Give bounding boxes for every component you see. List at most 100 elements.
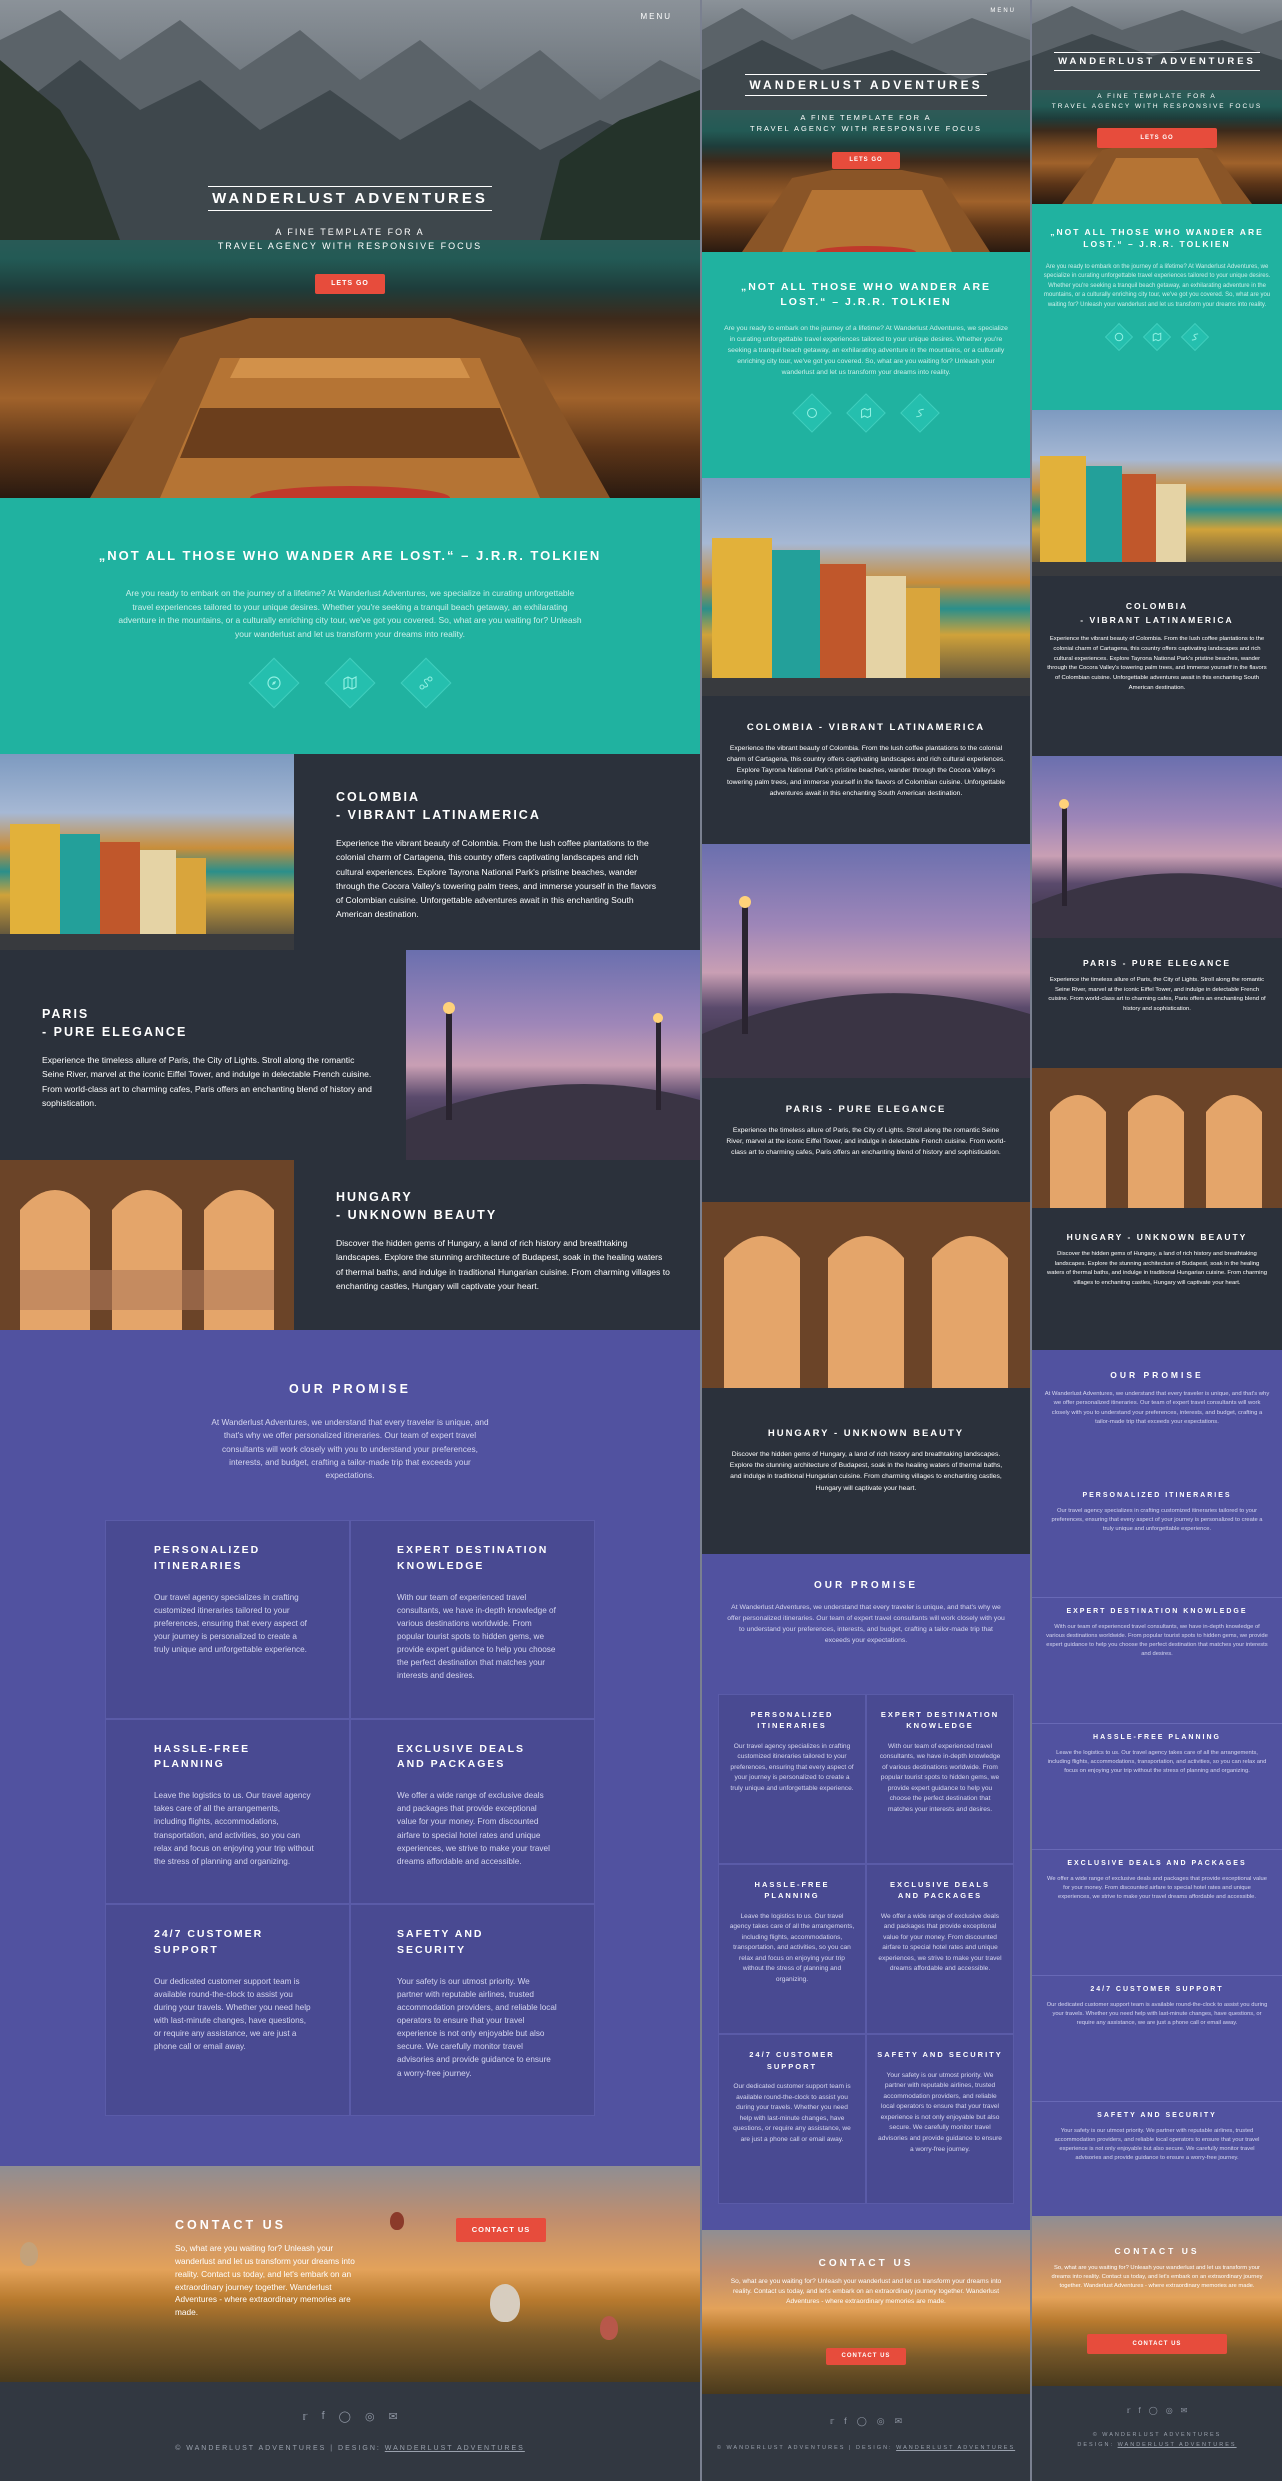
copyright-text: © WANDERLUST ADVENTURES	[1092, 2432, 1222, 2438]
promise-item-title: HASSLE-FREE PLANNING	[154, 1742, 251, 1771]
promise-grid: PERSONALIZED ITINERARIES Our travel agenc…	[718, 1694, 1014, 2204]
hero: WANDERLUST ADVENTURES A FINE TEMPLATE FO…	[1032, 0, 1282, 204]
quote-title: „NOT ALL THOSE WHO WANDER ARE LOST.“ – J…	[740, 281, 992, 309]
quote-body: Are you ready to embark on the journey o…	[724, 325, 1008, 376]
colombia-heading: COLOMBIA - VIBRANT LATINAMERICA	[746, 722, 986, 733]
copyright-text: © WANDERLUST ADVENTURES	[716, 2445, 846, 2451]
compass-icon	[792, 393, 832, 433]
contact-section: CONTACT US So, what are you waiting for?…	[0, 2166, 700, 2382]
facebook-icon[interactable]: f	[1139, 2406, 1141, 2415]
email-icon[interactable]: ✉	[389, 2410, 398, 2423]
hero-title: WANDERLUST ADVENTURES	[1032, 52, 1282, 71]
promise-item-title: EXCLUSIVE DEALS AND PACKAGES	[397, 1742, 526, 1771]
promise-item-text: We offer a wide range of exclusive deals…	[878, 1912, 1002, 1973]
promise-item: PERSONALIZED ITINERARIES Our travel agenc…	[1032, 1482, 1282, 1598]
social-icons: 𝕣 f ◯ ◎ ✉	[0, 2410, 700, 2423]
hungary-image	[0, 1160, 294, 1330]
hero: MENU WANDERLUST ADVENTURES A FINE TEMPLA…	[702, 0, 1030, 252]
hungary-heading-line-2: - UNKNOWN BEAUTY	[336, 1208, 498, 1223]
promise-item-title: EXPERT DESTINATION KNOWLEDGE	[1066, 1608, 1248, 1615]
footer-note: © WANDERLUST ADVENTURES | DESIGN: WANDER…	[0, 2445, 700, 2452]
paris-heading-line-1: PARIS	[42, 1007, 90, 1021]
colombia-heading: COLOMBIA - VIBRANT LATINAMERICA	[336, 788, 660, 824]
hungary-heading: HUNGARY - UNKNOWN BEAUTY	[1066, 1232, 1248, 1242]
promise-item-text: We offer a wide range of exclusive deals…	[1047, 1876, 1267, 1900]
contact-button[interactable]: CONTACT US	[826, 2348, 906, 2365]
instagram-icon[interactable]: ◯	[339, 2410, 351, 2423]
paris-card: PARIS - PURE ELEGANCE Experience the tim…	[0, 950, 406, 1160]
promise-title: OUR PROMISE	[1110, 1370, 1204, 1380]
colombia-card: COLOMBIA - VIBRANT LATINAMERICA Experien…	[1032, 576, 1282, 756]
hero-title: WANDERLUST ADVENTURES	[0, 186, 700, 211]
design-link[interactable]: WANDERLUST ADVENTURES	[1118, 2442, 1237, 2448]
promise-item-title: PERSONALIZED ITINERARIES	[154, 1544, 261, 1572]
promise-item-title: HASSLE-FREE PLANNING	[1093, 1734, 1221, 1741]
promise-item-text: Your safety is our utmost priority. We p…	[878, 2071, 1002, 2153]
colombia-image	[1032, 410, 1282, 576]
quote-title: „NOT ALL THOSE WHO WANDER ARE LOST.“ – J…	[1050, 227, 1264, 250]
promise-item: EXCLUSIVE DEALS AND PACKAGES We offer a w…	[1032, 1850, 1282, 1976]
promise-item: EXPERT DESTINATION KNOWLEDGE With our tea…	[866, 1694, 1014, 1865]
lets-go-button[interactable]: LETS GO	[1097, 128, 1217, 148]
contact-title: CONTACT US	[1114, 2246, 1200, 2256]
contact-button[interactable]: CONTACT US	[1087, 2334, 1227, 2354]
paris-text: Experience the timeless allure of Paris,…	[42, 1055, 372, 1108]
promise-item-title: 24/7 CUSTOMER SUPPORT	[749, 2050, 835, 2071]
quote-body: Are you ready to embark on the journey o…	[1043, 263, 1271, 308]
twitter-icon[interactable]: 𝕣	[830, 2416, 834, 2427]
dribbble-icon[interactable]: ◎	[365, 2410, 375, 2423]
promise-item: EXCLUSIVE DEALS AND PACKAGES We offer a w…	[866, 1864, 1014, 2035]
hungary-heading-line-1: HUNGARY	[336, 1190, 413, 1204]
promise-item-text: With our team of experienced travel cons…	[397, 1592, 556, 1681]
promise-item: PERSONALIZED ITINERARIES Our travel agenc…	[105, 1520, 350, 1719]
dribbble-icon[interactable]: ◎	[1166, 2406, 1173, 2415]
promise-item-text: Our dedicated customer support team is a…	[1046, 2002, 1268, 2026]
contact-button[interactable]: CONTACT US	[456, 2218, 546, 2242]
lets-go-button[interactable]: LETS GO	[315, 274, 385, 294]
promise-section: OUR PROMISE At Wanderlust Adventures, we…	[0, 1330, 700, 2166]
tagline-line-2: TRAVEL AGENCY WITH RESPONSIVE FOCUS	[217, 240, 483, 251]
hero-title: WANDERLUST ADVENTURES	[702, 74, 1030, 96]
balloon-image	[390, 2212, 404, 2230]
balloon-image	[20, 2242, 38, 2266]
map-icon	[1142, 322, 1172, 351]
promise-item: EXPERT DESTINATION KNOWLEDGE With our tea…	[350, 1520, 595, 1719]
promise-item: 24/7 CUSTOMER SUPPORT Our dedicated custo…	[105, 1904, 350, 2116]
colombia-text: Experience the vibrant beauty of Colombi…	[726, 745, 1006, 797]
colombia-card: COLOMBIA - VIBRANT LATINAMERICA Experien…	[702, 696, 1030, 844]
facebook-icon[interactable]: f	[322, 2410, 325, 2423]
design-link[interactable]: WANDERLUST ADVENTURES	[385, 2445, 525, 2452]
twitter-icon[interactable]: 𝕣	[302, 2410, 307, 2423]
instagram-icon[interactable]: ◯	[857, 2416, 867, 2427]
hero-tagline: A FINE TEMPLATE FOR A TRAVEL AGENCY WITH…	[1032, 92, 1282, 112]
promise-item: HASSLE-FREE PLANNING Leave the logistics …	[718, 1864, 866, 2035]
instagram-icon[interactable]: ◯	[1149, 2406, 1158, 2415]
quote-icons	[0, 657, 700, 709]
dribbble-icon[interactable]: ◎	[877, 2416, 885, 2427]
paris-image	[702, 844, 1030, 1078]
contact-section: CONTACT US So, what are you waiting for?…	[702, 2230, 1030, 2394]
promise-grid: PERSONALIZED ITINERARIES Our travel agenc…	[105, 1520, 595, 2116]
promise-section: OUR PROMISE At Wanderlust Adventures, we…	[1032, 1350, 1282, 2216]
tagline-line-1: A FINE TEMPLATE FOR A	[275, 227, 425, 237]
tablet-layout: MENU WANDERLUST ADVENTURES A FINE TEMPLA…	[702, 0, 1030, 2481]
balloon-image	[490, 2284, 520, 2322]
map-icon	[324, 657, 376, 709]
contact-title: CONTACT US	[175, 2218, 287, 2232]
colombia-heading-line-1: COLOMBIA	[336, 790, 421, 804]
hungary-card: HUNGARY - UNKNOWN BEAUTY Discover the hi…	[1032, 1208, 1282, 1350]
menu-button[interactable]: MENU	[640, 12, 672, 21]
facebook-icon[interactable]: f	[844, 2416, 847, 2427]
hungary-image	[1032, 1068, 1282, 1208]
menu-button[interactable]: MENU	[990, 8, 1016, 14]
promise-item-text: Leave the logistics to us. Our travel ag…	[154, 1791, 314, 1866]
quote-icons	[702, 393, 1030, 433]
twitter-icon[interactable]: 𝕣	[1127, 2406, 1131, 2415]
email-icon[interactable]: ✉	[1181, 2406, 1188, 2415]
route-icon	[1180, 322, 1210, 351]
promise-item-title: EXCLUSIVE DEALS AND PACKAGES	[1067, 1860, 1247, 1867]
promise-item-title: 24/7 CUSTOMER SUPPORT	[1090, 1986, 1224, 1993]
design-link[interactable]: WANDERLUST ADVENTURES	[896, 2445, 1015, 2451]
lets-go-button[interactable]: LETS GO	[832, 152, 900, 169]
email-icon[interactable]: ✉	[895, 2416, 903, 2427]
